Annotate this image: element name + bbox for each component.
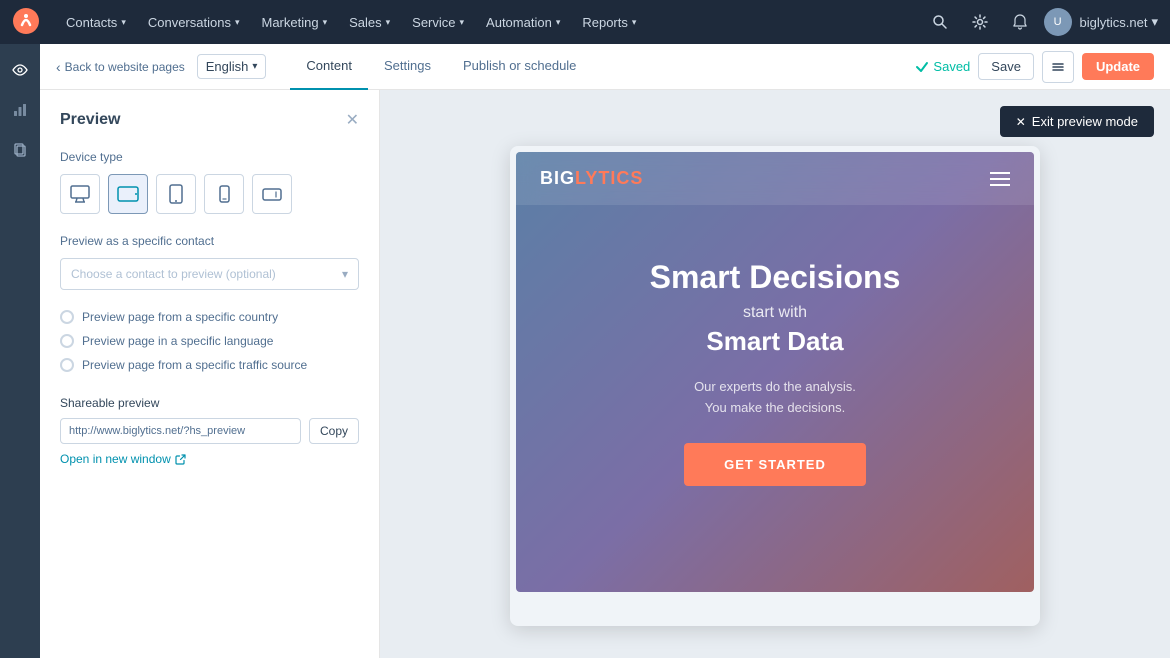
close-icon: ✕ (1016, 115, 1026, 129)
chevron-down-icon: ▾ (252, 61, 257, 72)
external-link-icon (175, 454, 186, 465)
chevron-down-icon: ▾ (632, 17, 637, 28)
chevron-down-icon: ▾ (1151, 14, 1158, 30)
chevron-down-icon: ▾ (556, 17, 561, 28)
nav-service[interactable]: Service ▾ (402, 0, 474, 44)
tab-settings[interactable]: Settings (368, 44, 447, 90)
account-selector[interactable]: biglytics.net ▾ (1080, 14, 1158, 30)
device-tablet-portrait[interactable] (156, 174, 196, 214)
contact-dropdown[interactable]: Choose a contact to preview (optional) ▾ (60, 258, 359, 290)
device-type-label: Device type (60, 150, 359, 164)
preview-panel: Preview ✕ Device type (40, 90, 380, 658)
hero-subtitle2: Smart Data (706, 326, 843, 357)
eye-icon[interactable] (2, 52, 38, 88)
shareable-section: Shareable preview http://www.biglytics.n… (60, 396, 359, 466)
nav-items: Contacts ▾ Conversations ▾ Marketing ▾ S… (56, 0, 924, 44)
shareable-label: Shareable preview (60, 396, 359, 410)
device-types (60, 174, 359, 214)
nav-right: U biglytics.net ▾ (924, 6, 1158, 38)
nav-marketing[interactable]: Marketing ▾ (251, 0, 337, 44)
radio-circle-traffic (60, 358, 74, 372)
second-bar-right: Saved Save Update (915, 51, 1154, 83)
tabs: Content Settings Publish or schedule (290, 44, 592, 89)
radio-country[interactable]: Preview page from a specific country (60, 310, 359, 324)
radio-circle-country (60, 310, 74, 324)
preview-title: Preview (60, 111, 120, 129)
radio-language[interactable]: Preview page in a specific language (60, 334, 359, 348)
device-screen: BIGLYTICS Smart Decisions start with Sma… (516, 152, 1034, 592)
hamburger-menu[interactable] (990, 172, 1010, 186)
avatar[interactable]: U (1044, 8, 1072, 36)
contact-placeholder: Choose a contact to preview (optional) (71, 267, 276, 281)
tab-content[interactable]: Content (290, 44, 368, 90)
hero-section: BIGLYTICS Smart Decisions start with Sma… (516, 152, 1034, 592)
cta-button[interactable]: GET STARTED (684, 443, 866, 486)
url-row: http://www.biglytics.net/?hs_preview Cop… (60, 418, 359, 444)
device-mobile[interactable] (204, 174, 244, 214)
nav-automation[interactable]: Automation ▾ (476, 0, 570, 44)
nav-contacts[interactable]: Contacts ▾ (56, 0, 136, 44)
device-frame: BIGLYTICS Smart Decisions start with Sma… (510, 146, 1040, 626)
shareable-url: http://www.biglytics.net/?hs_preview (60, 418, 301, 444)
preview-header: Preview ✕ (60, 110, 359, 130)
chevron-down-icon: ▾ (386, 17, 391, 28)
nav-sales[interactable]: Sales ▾ (339, 0, 400, 44)
radio-options: Preview page from a specific country Pre… (60, 310, 359, 372)
site-logo: BIGLYTICS (540, 168, 643, 189)
site-header: BIGLYTICS (516, 152, 1034, 205)
language-selector[interactable]: English ▾ (197, 54, 267, 79)
chevron-down-icon: ▾ (342, 267, 348, 281)
saved-status: Saved (915, 59, 970, 74)
hero-desc: Our experts do the analysis. You make th… (694, 377, 856, 419)
contact-preview-section: Preview as a specific contact Choose a c… (60, 234, 359, 290)
hubspot-logo[interactable] (12, 7, 40, 38)
chevron-down-icon: ▾ (323, 17, 328, 28)
main-layout: Preview ✕ Device type (40, 90, 1170, 658)
chevron-left-icon: ‹ (56, 59, 61, 75)
search-icon-btn[interactable] (924, 6, 956, 38)
close-preview-button[interactable]: ✕ (346, 110, 359, 130)
radio-circle-language (60, 334, 74, 348)
nav-reports[interactable]: Reports ▾ (572, 0, 646, 44)
update-button[interactable]: Update (1082, 53, 1154, 80)
open-new-window-link[interactable]: Open in new window (60, 452, 359, 466)
top-navigation: Contacts ▾ Conversations ▾ Marketing ▾ S… (0, 0, 1170, 44)
chart-icon[interactable] (2, 92, 38, 128)
device-desktop[interactable] (60, 174, 100, 214)
device-tablet-landscape[interactable] (108, 174, 148, 214)
chevron-down-icon: ▾ (235, 17, 240, 28)
tab-publish[interactable]: Publish or schedule (447, 44, 592, 90)
copy-button[interactable]: Copy (309, 418, 359, 444)
nav-conversations[interactable]: Conversations ▾ (138, 0, 250, 44)
back-link[interactable]: ‹ Back to website pages (56, 59, 185, 75)
second-bar: ‹ Back to website pages English ▾ Conten… (40, 44, 1170, 90)
radio-traffic[interactable]: Preview page from a specific traffic sou… (60, 358, 359, 372)
pages-icon[interactable] (2, 132, 38, 168)
exit-preview-button[interactable]: ✕ Exit preview mode (1000, 106, 1154, 137)
chevron-down-icon: ▾ (121, 17, 126, 28)
notifications-icon-btn[interactable] (1004, 6, 1036, 38)
save-button[interactable]: Save (978, 53, 1034, 80)
left-sidebar (0, 44, 40, 658)
device-mobile-landscape[interactable] (252, 174, 292, 214)
hero-title: Smart Decisions (650, 258, 901, 296)
chevron-down-icon: ▾ (460, 17, 465, 28)
contact-section-label: Preview as a specific contact (60, 234, 359, 248)
content-area: ✕ Exit preview mode BIGLYTICS (380, 90, 1170, 658)
hero-subtitle: start with (743, 304, 807, 322)
settings-icon-btn[interactable] (964, 6, 996, 38)
more-options-button[interactable] (1042, 51, 1074, 83)
